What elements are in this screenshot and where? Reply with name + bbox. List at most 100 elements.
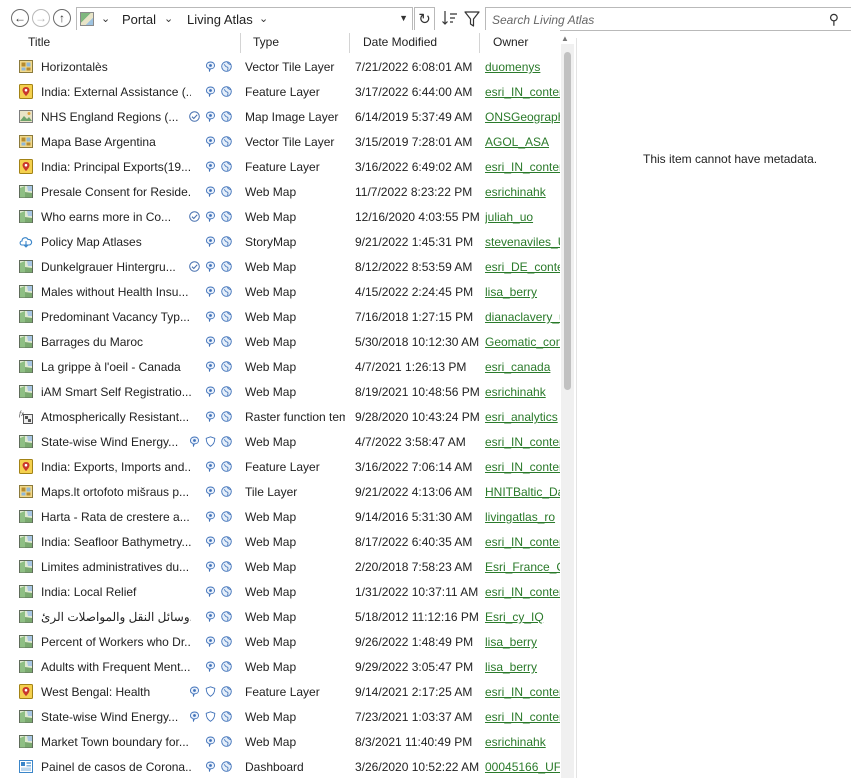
item-owner-link[interactable]: Esri_France_Content [485, 560, 560, 574]
globe-icon [221, 186, 232, 197]
table-row[interactable]: India: Seafloor Bathymetry... Web Map 8/17… [0, 530, 560, 555]
table-row[interactable]: Maps.lt ortofoto mišraus p... Tile Layer 9… [0, 480, 560, 505]
item-owner-link[interactable]: HNITBaltic_Data [485, 485, 560, 499]
table-row[interactable]: Adults with Frequent Ment... Web Map 9/29/… [0, 655, 560, 680]
location-bar[interactable]: ⌄ Portal ⌄ Living Atlas ⌄ ▼ [76, 7, 413, 31]
table-row[interactable]: Males without Health Insu... Web Map 4/15/… [0, 280, 560, 305]
item-owner-link[interactable]: lisa_berry [485, 285, 560, 299]
table-row[interactable]: وسائل النقل والمواصلات الرئ... Web Map 5/1… [0, 605, 560, 630]
item-date-modified: 8/17/2022 6:40:35 AM [355, 535, 473, 549]
search-input[interactable] [490, 9, 814, 31]
item-title: State-wise Wind Energy... [41, 710, 179, 724]
item-owner-link[interactable]: juliah_uo [485, 210, 560, 224]
column-header-date-modified[interactable]: Date Modified [363, 35, 437, 49]
item-owner-link[interactable]: esri_canada [485, 360, 560, 374]
table-row[interactable]: NHS England Regions (... Map Image Layer 6… [0, 105, 560, 130]
item-owner-link[interactable]: 00045166_UFRGS [485, 760, 560, 774]
table-row[interactable]: fx Atmospherically Resistant... Raster fun… [0, 405, 560, 430]
table-row[interactable]: West Bengal: Health Feature Layer 9/14/202… [0, 680, 560, 705]
table-row[interactable]: State-wise Wind Energy... Web Map 7/23/202… [0, 705, 560, 730]
item-owner-link[interactable]: livingatlas_ro [485, 510, 560, 524]
web-map-icon [19, 359, 33, 374]
table-row[interactable]: Dunkelgrauer Hintergru... Web Map 8/12/202… [0, 255, 560, 280]
table-row[interactable]: Horizontalès Vector Tile Layer 7/21/2022 6… [0, 55, 560, 80]
table-row[interactable]: India: Principal Exports(19... Feature La… [0, 155, 560, 180]
table-row[interactable]: Limites administratives du... Web Map 2/20… [0, 555, 560, 580]
scroll-up-arrow-icon[interactable]: ▲ [561, 34, 569, 43]
sort-button[interactable] [441, 9, 459, 29]
search-box[interactable]: ⚲ [485, 7, 851, 31]
back-button[interactable]: ← [11, 9, 29, 27]
table-row[interactable]: Mapa Base Argentina Vector Tile Layer 3/15… [0, 130, 560, 155]
up-button[interactable]: ↑ [53, 9, 71, 27]
item-owner-link[interactable]: esri_analytics [485, 410, 560, 424]
scrollbar-thumb[interactable] [564, 52, 571, 390]
table-row[interactable]: Presale Consent for Reside... Web Map 11/7… [0, 180, 560, 205]
globe-icon [221, 561, 232, 572]
forward-button[interactable]: → [32, 9, 50, 27]
authoritative-badge-icon [205, 236, 216, 248]
item-status-icons [183, 460, 235, 474]
authoritative-badge-icon [205, 611, 216, 623]
column-header-owner[interactable]: Owner [493, 35, 528, 49]
item-owner-link[interactable]: lisa_berry [485, 635, 560, 649]
dropdown-arrow-icon[interactable]: ▼ [399, 13, 408, 23]
chevron-down-icon[interactable]: ⌄ [259, 12, 268, 25]
table-row[interactable]: Percent of Workers who Dr... Web Map 9/26/… [0, 630, 560, 655]
item-date-modified: 9/29/2022 3:05:47 PM [355, 660, 474, 674]
item-owner-link[interactable]: duomenys [485, 60, 560, 74]
item-owner-link[interactable]: esrichinahk [485, 185, 560, 199]
column-divider[interactable] [240, 33, 241, 53]
item-owner-link[interactable]: esri_DE_content [485, 260, 560, 274]
table-row[interactable]: Policy Map Atlases StoryMap 9/21/2022 1:45… [0, 230, 560, 255]
breadcrumb-living-atlas[interactable]: Living Atlas [187, 12, 253, 27]
refresh-button[interactable]: ↻ [414, 7, 435, 31]
pane-divider[interactable] [576, 38, 577, 778]
item-owner-link[interactable]: esrichinahk [485, 735, 560, 749]
chevron-down-icon[interactable]: ⌄ [164, 12, 173, 25]
item-owner-link[interactable]: AGOL_ASA [485, 135, 560, 149]
item-owner-link[interactable]: esri_IN_content [485, 535, 560, 549]
table-row[interactable]: India: External Assistance (... Feature L… [0, 80, 560, 105]
item-owner-link[interactable]: dianaclavery_uo [485, 310, 560, 324]
item-owner-link[interactable]: Geomatic_content [485, 335, 560, 349]
table-row[interactable]: iAM Smart Self Registratio... Web Map 8/19… [0, 380, 560, 405]
table-row[interactable]: Market Town boundary for... Web Map 8/3/20… [0, 730, 560, 755]
column-divider[interactable] [479, 33, 480, 53]
item-owner-link[interactable]: esri_IN_content [485, 710, 560, 724]
item-owner-link[interactable]: ONSGeography [485, 110, 560, 124]
table-row[interactable]: Painel de casos de Corona... Dashboard 3/2… [0, 755, 560, 780]
column-divider[interactable] [349, 33, 350, 53]
table-row[interactable]: Who earns more in Co... Web Map 12/16/2020… [0, 205, 560, 230]
column-header-title[interactable]: Title [28, 35, 50, 49]
table-row[interactable]: Predominant Vacancy Typ... Web Map 7/16/20… [0, 305, 560, 330]
filter-button[interactable] [463, 9, 481, 29]
item-owner-link[interactable]: esri_IN_content [485, 585, 560, 599]
globe-icon [221, 511, 232, 522]
search-icon[interactable]: ⚲ [829, 11, 839, 28]
item-owner-link[interactable]: esri_IN_content [485, 685, 560, 699]
web-map-icon [19, 309, 33, 324]
column-header-type[interactable]: Type [253, 35, 279, 49]
item-owner-link[interactable]: esri_IN_content [485, 460, 560, 474]
item-date-modified: 9/26/2022 1:48:49 PM [355, 635, 474, 649]
item-owner-link[interactable]: Esri_cy_IQ [485, 610, 560, 624]
item-owner-link[interactable]: esri_IN_content [485, 435, 560, 449]
table-row[interactable]: India: Exports, Imports and... Feature La… [0, 455, 560, 480]
table-row[interactable]: La grippe à l'oeil - Canada Web Map 4/7/20… [0, 355, 560, 380]
item-type: Vector Tile Layer [245, 135, 335, 149]
item-owner-link[interactable]: esri_IN_content [485, 85, 560, 99]
table-row[interactable]: Barrages du Maroc Web Map 5/30/2018 10:12:… [0, 330, 560, 355]
item-owner-link[interactable]: esri_IN_content [485, 160, 560, 174]
item-type: Feature Layer [245, 685, 320, 699]
item-type: Web Map [245, 210, 297, 224]
item-owner-link[interactable]: esrichinahk [485, 385, 560, 399]
table-row[interactable]: Harta - Rata de crestere a... Web Map 9/14… [0, 505, 560, 530]
breadcrumb-portal[interactable]: Portal [122, 12, 156, 27]
item-owner-link[interactable]: lisa_berry [485, 660, 560, 674]
table-row[interactable]: State-wise Wind Energy... Web Map 4/7/2022… [0, 430, 560, 455]
table-row[interactable]: India: Local Relief Web Map 1/31/2022 10:3… [0, 580, 560, 605]
chevron-down-icon[interactable]: ⌄ [101, 12, 110, 25]
item-owner-link[interactable]: stevenaviles_UO [485, 235, 560, 249]
item-title: Atmospherically Resistant... [41, 410, 190, 424]
